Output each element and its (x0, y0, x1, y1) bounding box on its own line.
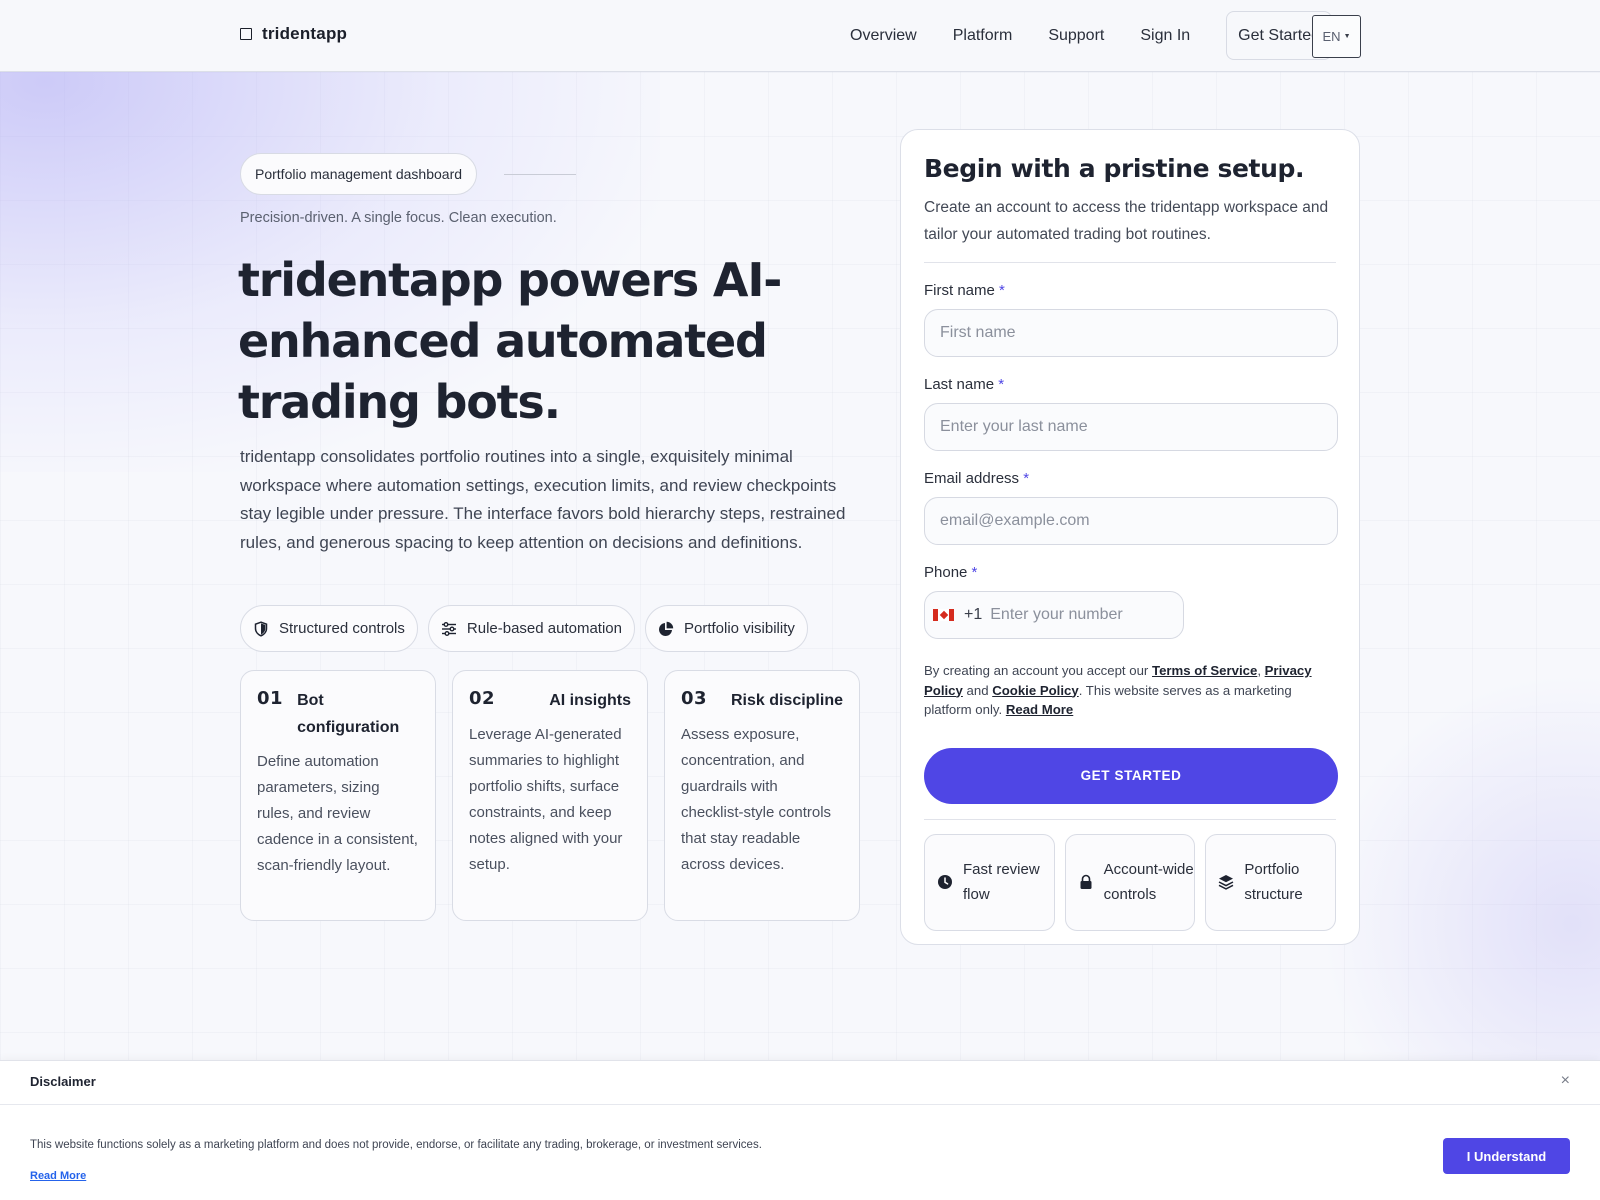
card-body: Leverage AI-generated summaries to highl… (469, 726, 623, 873)
sliders-icon (441, 621, 456, 636)
legal-sep: and (962, 682, 993, 698)
site-header: tridentapp Overview Platform Support Sig… (0, 0, 1600, 72)
chip-label: Rule-based automation (466, 620, 622, 637)
feature-fast-review: Fast review flow (924, 833, 1055, 931)
required-mark: * (1023, 470, 1030, 487)
feature-chips: Structured controls Rule-based automatio… (240, 605, 808, 652)
disclaimer-banner: Disclaimer × This website functions sole… (0, 1060, 1600, 1200)
i-understand-button[interactable]: I Understand (1443, 1138, 1570, 1174)
canada-flag-icon[interactable] (933, 609, 954, 621)
tag-divider (504, 174, 576, 175)
disclaimer-read-more-link[interactable]: Read More (30, 1170, 86, 1182)
hero-description: tridentapp consolidates portfolio routin… (240, 447, 846, 552)
country-code: +1 (964, 606, 983, 623)
last-name-input[interactable] (924, 403, 1338, 451)
disclaimer-title: Disclaimer (30, 1074, 96, 1089)
cookie-link[interactable]: Cookie Policy (992, 683, 1078, 698)
disclaimer-text: This website functions solely as a marke… (30, 1139, 762, 1151)
logo[interactable]: tridentapp (240, 24, 347, 44)
card-number: 02 (469, 688, 496, 709)
card-number: 01 (257, 688, 284, 709)
chip-label: Structured controls (279, 620, 405, 637)
required-mark: * (999, 282, 1005, 299)
clock-icon (938, 875, 952, 889)
card-number: 03 (681, 688, 708, 709)
read-more-link[interactable]: Read More (1006, 702, 1073, 717)
logo-text: tridentapp (262, 24, 348, 43)
disclaimer-header: Disclaimer × (0, 1061, 1600, 1105)
feature-label: Fast review flow (963, 861, 1040, 903)
required-mark: * (998, 376, 1005, 393)
nav-sign-in[interactable]: Sign In (1140, 12, 1190, 60)
first-name-label: First name * (924, 281, 1336, 301)
pie-chart-icon (659, 621, 674, 636)
form-subtitle: Create an account to access the tridenta… (924, 199, 1329, 243)
terms-link[interactable]: Terms of Service (1152, 663, 1257, 678)
nav-overview[interactable]: Overview (850, 12, 917, 60)
legal-prefix: By creating an account you accept our (924, 663, 1152, 678)
background-glow (1320, 672, 1600, 1062)
shield-icon (254, 620, 268, 637)
hero-tagline: Precision-driven. A single focus. Clean … (240, 210, 557, 226)
card-bot-configuration: 01 Bot configuration Define automation p… (240, 670, 436, 921)
card-title: Bot configuration (297, 692, 400, 736)
language-selector[interactable]: EN ▼ (1312, 15, 1361, 58)
card-ai-insights: 02 AI insights Leverage AI-generated sum… (452, 670, 648, 921)
card-title: AI insights (549, 692, 631, 709)
logo-square-icon (240, 28, 252, 40)
feature-label: Portfolio structure (1244, 861, 1303, 903)
get-started-submit-button[interactable]: GET STARTED (924, 747, 1338, 804)
feature-portfolio-structure: Portfolio structure (1205, 833, 1337, 931)
lock-icon (1080, 874, 1092, 889)
required-mark: * (971, 564, 978, 581)
signup-form-card: Begin with a pristine setup. Create an a… (900, 129, 1360, 945)
nav-support[interactable]: Support (1048, 12, 1104, 60)
language-code: EN (1322, 29, 1341, 44)
label-text: First name (924, 282, 995, 299)
chip-portfolio-visibility: Portfolio visibility (645, 605, 808, 652)
form-features: Fast review flow Account-wide controls P… (924, 833, 1337, 931)
divider (924, 818, 1336, 820)
form-title: Begin with a pristine setup. (924, 154, 1305, 183)
phone-label: Phone * (924, 563, 1336, 583)
layers-icon (1219, 875, 1234, 890)
chip-structured-controls: Structured controls (240, 605, 418, 652)
label-text: Last name (924, 376, 995, 393)
phone-input[interactable] (990, 606, 1181, 624)
legal-text: By creating an account you accept our Te… (924, 661, 1342, 720)
card-body: Define automation parameters, sizing rul… (257, 753, 418, 874)
feature-label: Account-wide controls (1103, 861, 1194, 903)
card-body: Assess exposure, concentration, and guar… (681, 726, 832, 873)
feature-cards: 01 Bot configuration Define automation p… (240, 670, 860, 921)
hero-title: tridentapp powers AI-enhanced automated … (238, 253, 782, 429)
card-risk-discipline: 03 Risk discipline Assess exposure, conc… (664, 670, 860, 921)
nav-platform[interactable]: Platform (953, 12, 1013, 60)
main-nav: Overview Platform Support Sign In Get St… (814, 11, 1332, 60)
chip-rule-based-automation: Rule-based automation (427, 605, 635, 652)
feature-account-controls: Account-wide controls (1064, 833, 1196, 931)
label-text: Email address (924, 470, 1020, 487)
email-input[interactable] (924, 497, 1338, 545)
email-label: Email address * (924, 469, 1336, 489)
caret-down-icon: ▼ (1343, 33, 1351, 40)
first-name-input[interactable] (924, 309, 1338, 357)
card-title: Risk discipline (730, 692, 843, 709)
chip-label: Portfolio visibility (684, 620, 795, 637)
legal-sep: , (1257, 663, 1265, 678)
close-icon[interactable]: × (1561, 1072, 1570, 1090)
hero-tag: Portfolio management dashboard (240, 153, 478, 195)
divider (924, 262, 1336, 263)
label-text: Phone (924, 564, 968, 581)
phone-field: +1 (924, 591, 1184, 639)
last-name-label: Last name * (924, 375, 1336, 395)
